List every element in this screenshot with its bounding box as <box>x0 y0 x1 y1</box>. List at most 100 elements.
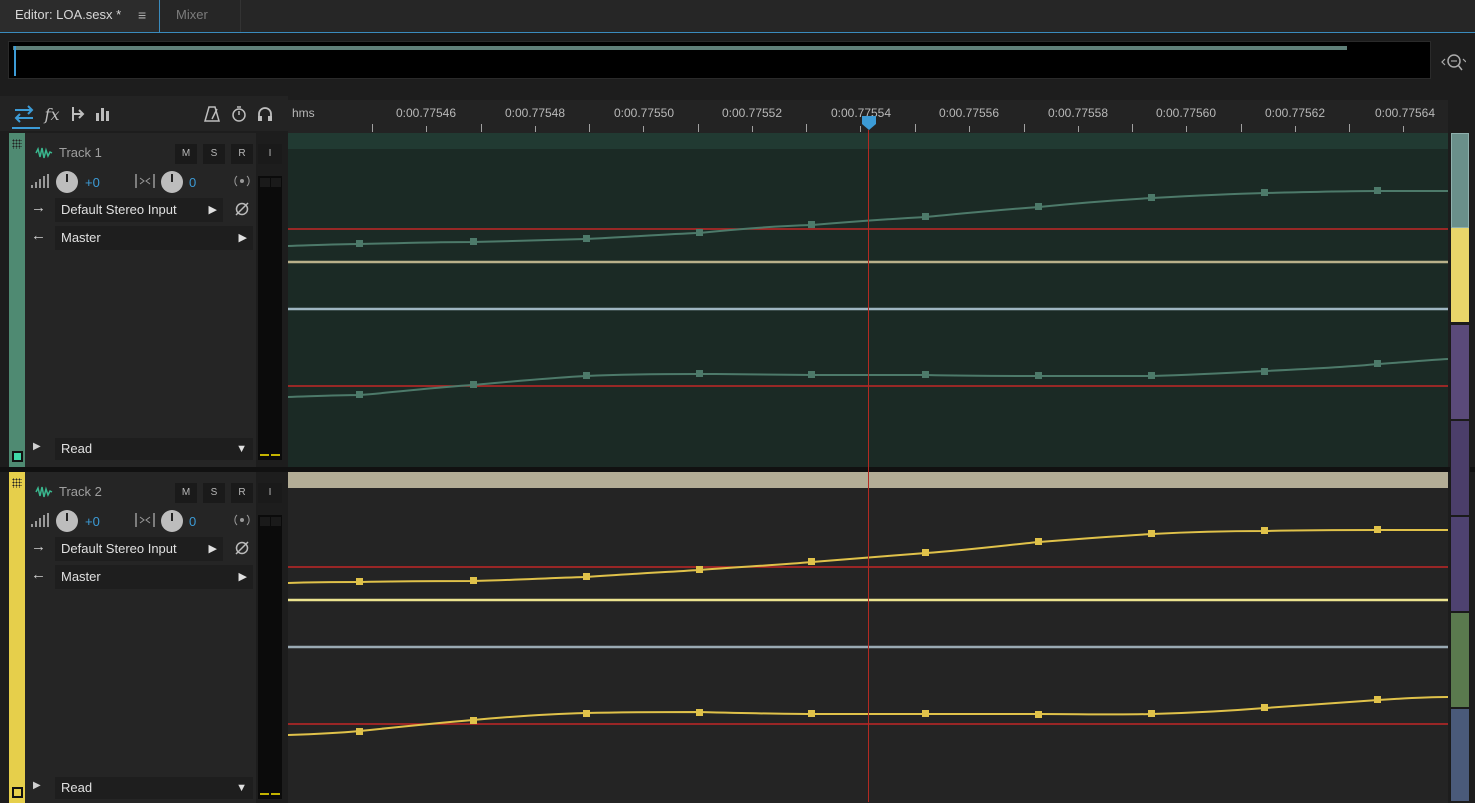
output-label: Master <box>61 569 101 584</box>
vertical-zoom-strip[interactable] <box>1450 133 1470 801</box>
move-tool-icon[interactable] <box>12 102 40 129</box>
ruler-unit-label: hms <box>292 106 315 120</box>
output-selector[interactable]: Master ▶ <box>55 565 253 589</box>
metronome-icon[interactable] <box>200 102 224 126</box>
output-expand-icon: ▶ <box>238 232 247 244</box>
playhead-marker[interactable] <box>862 116 876 130</box>
pan-knob[interactable] <box>161 171 183 193</box>
phase-invert-icon[interactable] <box>234 201 250 217</box>
volume-value[interactable]: +0 <box>85 175 100 190</box>
input-arrow-icon: → <box>31 199 46 216</box>
mute-button[interactable]: M <box>175 483 197 503</box>
ruler-tick <box>915 124 916 132</box>
fx-icon[interactable]: fx <box>40 102 64 126</box>
input-selector[interactable]: Default Stereo Input ▶ <box>55 198 223 222</box>
track-color-bar[interactable] <box>9 133 25 467</box>
track-level-meter <box>258 176 282 460</box>
ruler-tick-label: 0:00.77558 <box>1047 106 1109 120</box>
input-monitor-button[interactable]: I <box>258 483 282 503</box>
track-name[interactable]: Track 1 <box>59 145 102 160</box>
track-1-scroll-thumb[interactable] <box>1451 133 1469 228</box>
input-arrow-icon: → <box>31 538 46 555</box>
pan-knob[interactable] <box>161 510 183 532</box>
mute-button[interactable]: M <box>175 144 197 164</box>
ruler-tick <box>1023 124 1025 132</box>
input-selector[interactable]: Default Stereo Input ▶ <box>55 537 223 561</box>
input-label: Default Stereo Input <box>61 202 177 217</box>
solo-button[interactable]: S <box>203 144 225 164</box>
ruler-tick <box>751 126 753 132</box>
track-header: Track 1 M S R I +0 0 → Default Stereo In… <box>25 133 282 467</box>
ruler-tick-label: 0:00.77562 <box>1264 106 1326 120</box>
ruler-tick-label: 0:00.77556 <box>938 106 1000 120</box>
volume-knob[interactable] <box>56 510 78 532</box>
track-2-scroll-thumb[interactable] <box>1451 228 1469 322</box>
pan-value[interactable]: 0 <box>189 514 196 529</box>
tab-menu-icon[interactable]: ≡ <box>138 0 146 30</box>
track-level-meter <box>258 515 282 799</box>
stereo-icon[interactable] <box>232 513 252 527</box>
eq-icon[interactable] <box>91 102 115 126</box>
volume-value[interactable]: +0 <box>85 514 100 529</box>
automation-expand-icon[interactable]: ▶ <box>33 780 41 791</box>
zoom-to-selection-icon[interactable] <box>1440 51 1467 73</box>
pan-value[interactable]: 0 <box>189 175 196 190</box>
automation-mode-select[interactable]: Read ▼ <box>55 438 253 460</box>
ruler-tick <box>697 124 699 132</box>
drag-grip-icon[interactable] <box>12 478 22 488</box>
send-icon[interactable] <box>66 102 90 126</box>
output-selector[interactable]: Master ▶ <box>55 226 253 250</box>
ruler-tick <box>1349 124 1351 132</box>
record-arm-button[interactable]: R <box>231 144 253 164</box>
drag-grip-icon[interactable] <box>12 139 22 149</box>
headphones-icon[interactable] <box>253 102 277 126</box>
ruler-tick <box>1294 126 1296 132</box>
lane-marker <box>1451 325 1469 419</box>
ruler-tick-label: 0:00.77546 <box>395 106 457 120</box>
overview-zoom-range[interactable] <box>13 46 1347 50</box>
timer-icon[interactable] <box>227 102 251 126</box>
chevron-down-icon: ▼ <box>236 443 247 455</box>
track-header: Track 2 M S R I +0 0 → Default Stereo In… <box>25 472 282 803</box>
tab-mixer[interactable]: Mixer <box>161 0 241 32</box>
input-monitor-button[interactable]: I <box>258 144 282 164</box>
automation-mode-select[interactable]: Read ▼ <box>55 777 253 799</box>
solo-button[interactable]: S <box>203 483 225 503</box>
automation-mode-value: Read <box>61 780 93 795</box>
lane-marker <box>1451 709 1469 801</box>
record-arm-button[interactable]: R <box>231 483 253 503</box>
stereo-icon[interactable] <box>232 174 252 188</box>
ruler-tick <box>1403 126 1405 132</box>
output-expand-icon: ▶ <box>238 571 247 583</box>
volume-icon <box>31 174 49 188</box>
volume-pan-row: +0 0 <box>25 170 256 194</box>
track-name[interactable]: Track 2 <box>59 484 102 499</box>
track-2: Track 2 M S R I +0 0 → Default Stereo In… <box>0 472 1475 803</box>
ruler-tick-label: 0:00.77554 <box>830 106 892 120</box>
ruler-tick <box>480 124 482 132</box>
volume-knob[interactable] <box>56 171 78 193</box>
ruler-tick <box>1186 126 1188 132</box>
tab-editor[interactable]: Editor: LOA.sesx * ≡ <box>0 0 160 32</box>
lane-marker <box>1451 517 1469 611</box>
track-select-box[interactable] <box>12 787 23 798</box>
tab-editor-label: Editor: LOA.sesx * <box>15 7 122 22</box>
output-arrow-icon: ← <box>31 227 46 244</box>
phase-invert-icon[interactable] <box>234 540 250 556</box>
track-select-box[interactable] <box>12 451 23 462</box>
overview-playhead <box>14 46 16 76</box>
tab-bar: Editor: LOA.sesx * ≡ Mixer <box>0 0 1475 33</box>
ruler-tick <box>589 124 591 132</box>
automation-mode-value: Read <box>61 441 93 456</box>
automation-expand-icon[interactable]: ▶ <box>33 441 41 452</box>
waveform-icon <box>35 485 53 498</box>
ruler-tick <box>1240 124 1242 132</box>
pan-icon <box>135 513 155 527</box>
lane-marker <box>1451 421 1469 515</box>
playhead-line[interactable] <box>868 130 869 802</box>
track-1: Track 1 M S R I +0 0 → Default Stereo In… <box>0 133 1475 467</box>
session-overview[interactable] <box>8 41 1431 79</box>
track-color-bar[interactable] <box>9 472 25 803</box>
ruler-tick <box>534 126 536 132</box>
ruler-tick <box>1132 124 1134 132</box>
